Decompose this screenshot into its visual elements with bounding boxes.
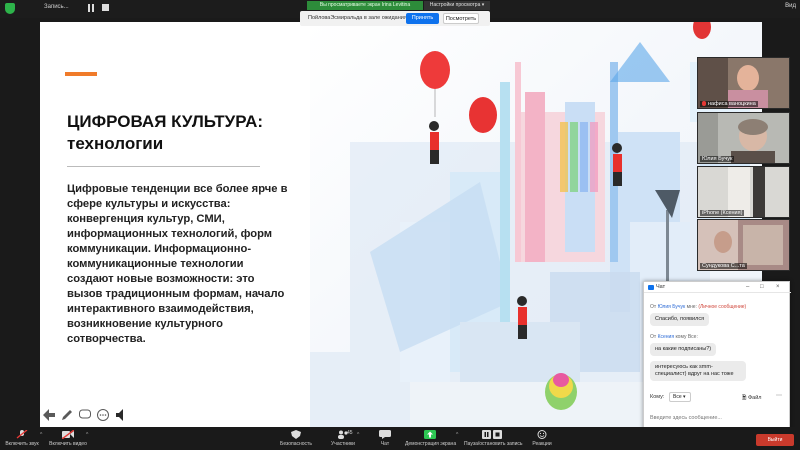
security-shield-icon[interactable]	[5, 3, 15, 14]
chat-title: Чат	[656, 284, 666, 290]
stop-recording-icon[interactable]	[102, 4, 109, 11]
file-button[interactable]: 🗎 Файл	[742, 394, 761, 403]
share-screen-icon	[424, 430, 436, 439]
chat-message: на какие подписаны?)	[650, 343, 717, 356]
minimize-icon[interactable]: –	[746, 284, 749, 290]
see-waiting-room-button[interactable]: Посмотреть	[443, 13, 479, 24]
chat-icon	[648, 285, 654, 290]
screen-share-banner: Вы просматриваете экран Irina Levitina	[307, 1, 423, 10]
recording-icon	[482, 430, 502, 439]
share-options-chevron-icon[interactable]: ^	[456, 432, 458, 438]
more-options-icon[interactable]: ⋯	[776, 392, 782, 399]
video-off-icon	[62, 430, 74, 439]
slide-accent-bar	[65, 72, 97, 76]
unmute-button[interactable]: Включить звук	[2, 427, 42, 450]
chat-button[interactable]: Чат	[373, 427, 397, 450]
message-sender[interactable]: Ксения	[658, 334, 674, 340]
waiting-room-notification: ПойловаЭсмиральда в зале ожидания Принят…	[300, 11, 490, 26]
more-icon[interactable]	[96, 408, 110, 422]
pen-icon[interactable]	[60, 408, 74, 422]
message-sender[interactable]: Юлия Бучук	[658, 304, 686, 310]
slide-annotation-tools	[40, 405, 140, 425]
maximize-icon[interactable]: □	[760, 284, 764, 290]
recipient-select[interactable]: Все ▾	[669, 392, 691, 402]
video-options-chevron-icon[interactable]: ^	[86, 432, 88, 438]
view-options-dropdown[interactable]: Настройки просмотра ▾	[424, 1, 490, 10]
speech-bubble-icon[interactable]	[78, 408, 92, 422]
slide-title: ЦИФРОВАЯ КУЛЬТУРА: технологии	[67, 112, 264, 153]
message-sender-line: От Ксения кому Все:	[650, 334, 698, 340]
mic-off-icon	[16, 430, 28, 439]
participants-count: 45	[347, 430, 353, 436]
close-icon[interactable]: ×	[776, 284, 780, 290]
participants-button[interactable]: Участники	[326, 427, 360, 450]
participant-video-tile[interactable]: iPhone (Ксения)	[697, 166, 790, 218]
admit-button[interactable]: Принять	[406, 13, 439, 24]
zoom-meeting-window: Запись... Вы просматриваете экран Irina …	[0, 0, 800, 450]
chat-message: интересуюсь как smm-специалист) вдруг на…	[650, 361, 746, 381]
chat-message: Спасибо, появился	[650, 313, 710, 326]
recording-label: Запись...	[44, 4, 69, 10]
participant-name: Сундукова С...та	[700, 263, 747, 269]
share-screen-button[interactable]: Демонстрация экрана	[405, 427, 456, 450]
chat-header: Чат – □ ×	[644, 282, 791, 293]
leave-meeting-button[interactable]: Выйти	[756, 434, 794, 446]
participant-video-tile[interactable]: Юлия Бучук	[697, 112, 790, 164]
participant-video-tile[interactable]: нафиса ваноцкина	[697, 57, 790, 109]
shield-icon	[291, 430, 301, 439]
participants-chevron-icon[interactable]: ^	[357, 432, 359, 438]
speaker-icon[interactable]	[114, 408, 128, 422]
participant-name: Юлия Бучук	[700, 156, 735, 162]
participant-name: iPhone (Ксения)	[700, 210, 745, 216]
start-video-button[interactable]: Включить видео	[46, 427, 90, 450]
reactions-button[interactable]: Реакции	[528, 427, 556, 450]
participant-name: нафиса ваноцкина	[700, 101, 758, 107]
smiley-icon	[537, 430, 547, 439]
arrow-left-icon[interactable]	[42, 408, 56, 422]
slide-divider	[67, 166, 260, 167]
private-message-label: (Личное сообщение)	[698, 304, 747, 310]
pause-recording-icon[interactable]	[88, 4, 94, 12]
pause-stop-recording-button[interactable]: Пауза/остановить запись	[464, 427, 523, 450]
chat-panel: Чат – □ × От Юлия Бучук мне: (Личное соо…	[643, 281, 791, 437]
audio-options-chevron-icon[interactable]: ^	[40, 432, 42, 438]
waiting-room-text: ПойловаЭсмиральда в зале ожидания	[308, 15, 407, 21]
chat-icon	[379, 430, 391, 439]
participant-video-tile[interactable]: Сундукова С...та	[697, 219, 790, 271]
mic-muted-icon	[702, 101, 706, 107]
meeting-toolbar: Включить звук ^ Включить видео ^ Безопас…	[0, 427, 800, 450]
message-sender-line: От Юлия Бучук мне: (Личное сообщение)	[650, 304, 747, 310]
slide-body-text: Цифровые тенденции все более ярче в сфер…	[67, 183, 288, 345]
security-button[interactable]: Безопасность	[276, 427, 316, 450]
chat-to-label: Кому:	[650, 394, 665, 400]
view-button[interactable]: Вид	[785, 3, 796, 9]
